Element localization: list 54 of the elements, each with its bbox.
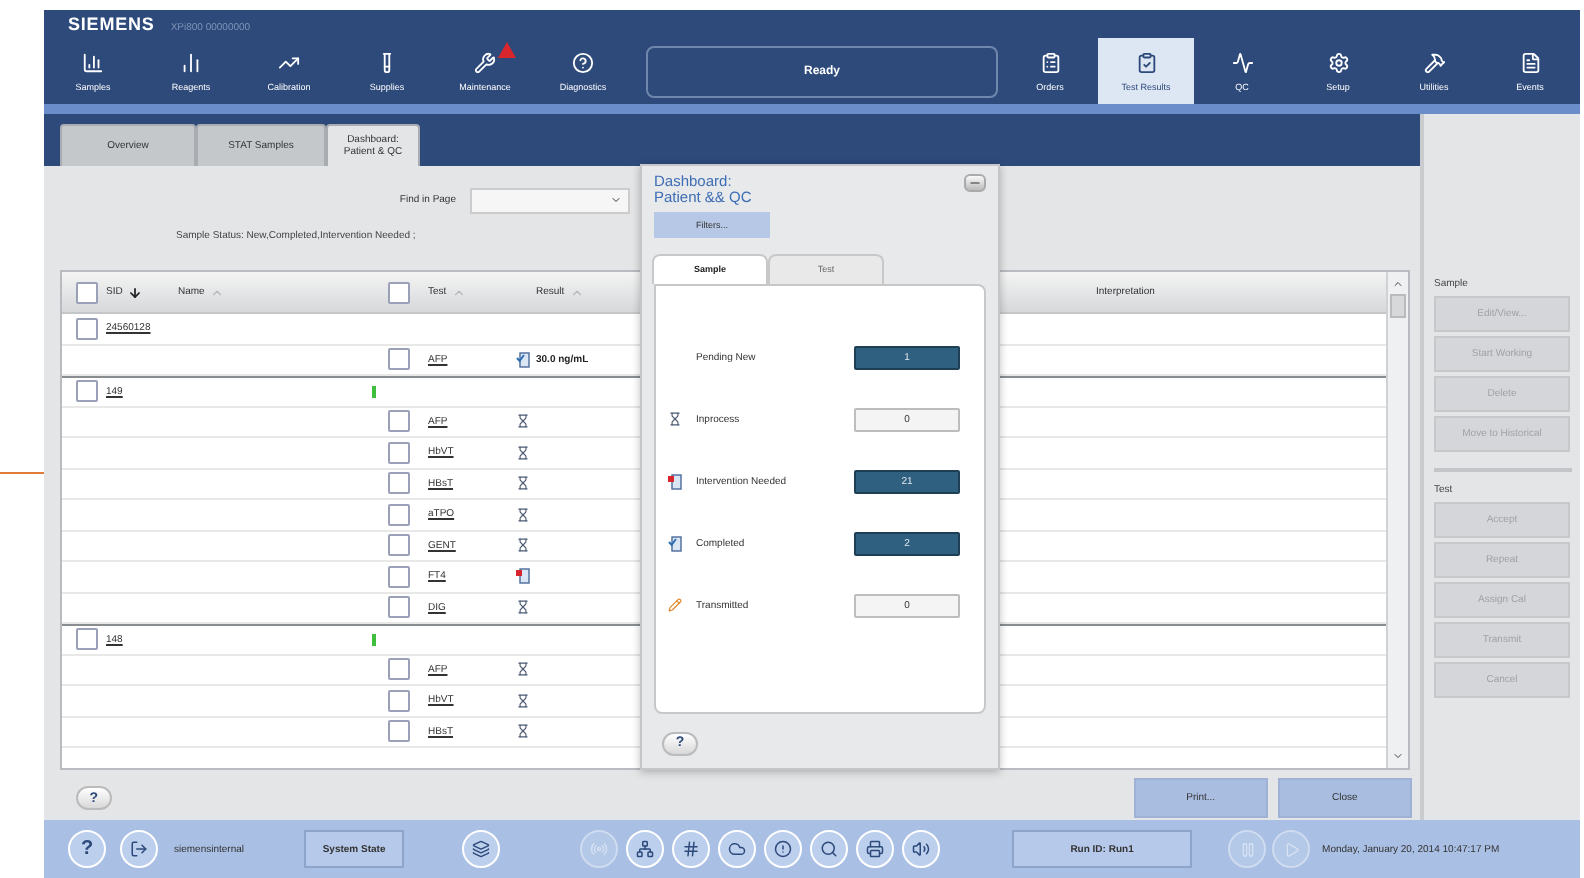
test-checkbox[interactable] bbox=[388, 472, 410, 495]
bar-chart-icon bbox=[82, 51, 104, 73]
sample-checkbox[interactable] bbox=[76, 628, 98, 651]
layers-icon bbox=[472, 840, 491, 858]
bars-icon bbox=[180, 51, 202, 73]
scroll-down-icon[interactable] bbox=[1392, 750, 1404, 762]
speaker-icon bbox=[912, 840, 931, 858]
layers-button[interactable] bbox=[462, 830, 501, 868]
test-checkbox[interactable] bbox=[388, 658, 410, 681]
hammer-icon bbox=[1423, 51, 1445, 73]
play-icon bbox=[1283, 841, 1300, 857]
settings-icon bbox=[1327, 51, 1349, 73]
find-dropdown[interactable] bbox=[470, 187, 630, 213]
printer-icon bbox=[866, 840, 885, 858]
sample-checkbox[interactable] bbox=[76, 380, 98, 403]
caret-icon bbox=[610, 194, 622, 206]
test-checkbox[interactable] bbox=[388, 720, 410, 743]
grid-icon bbox=[682, 840, 701, 858]
select-all-checkbox[interactable] bbox=[76, 281, 98, 303]
sort-arrow-icon[interactable] bbox=[128, 285, 143, 299]
test-checkbox[interactable] bbox=[388, 410, 410, 433]
search-icon bbox=[820, 840, 839, 858]
test-checkbox[interactable] bbox=[388, 441, 410, 464]
select-all-checkbox[interactable] bbox=[388, 281, 410, 303]
pause-icon bbox=[1239, 841, 1256, 857]
test-checkbox[interactable] bbox=[388, 689, 410, 712]
network-icon bbox=[636, 840, 655, 858]
test-checkbox[interactable] bbox=[388, 503, 410, 526]
checklist-icon bbox=[1135, 51, 1157, 73]
test-checkbox[interactable] bbox=[388, 348, 410, 371]
test-checkbox[interactable] bbox=[388, 565, 410, 588]
play-button[interactable] bbox=[1272, 830, 1311, 868]
test-checkbox[interactable] bbox=[388, 596, 410, 619]
wrench-icon bbox=[474, 51, 496, 73]
list-icon bbox=[1039, 51, 1061, 73]
minimize-icon bbox=[968, 176, 982, 190]
scroll-up-icon[interactable] bbox=[1392, 278, 1404, 290]
antenna-icon bbox=[590, 840, 609, 858]
scroll-thumb[interactable] bbox=[1390, 294, 1406, 318]
scrollbar[interactable] bbox=[1386, 272, 1408, 768]
line-chart-icon bbox=[1231, 51, 1253, 73]
logout-button[interactable] bbox=[120, 830, 158, 868]
sample-checkbox[interactable] bbox=[76, 317, 98, 340]
alert-icon bbox=[774, 840, 793, 858]
logout-icon bbox=[130, 840, 148, 858]
leader-line bbox=[0, 472, 44, 474]
document-icon bbox=[1519, 51, 1541, 73]
minimize-button[interactable] bbox=[964, 174, 986, 192]
brand-logo: SIEMENS bbox=[68, 16, 155, 34]
test-checkbox[interactable] bbox=[388, 534, 410, 557]
cloud-icon bbox=[728, 840, 747, 858]
pause-button[interactable] bbox=[1228, 830, 1267, 868]
help-button[interactable]: ? bbox=[68, 830, 106, 868]
question-icon bbox=[572, 51, 594, 73]
